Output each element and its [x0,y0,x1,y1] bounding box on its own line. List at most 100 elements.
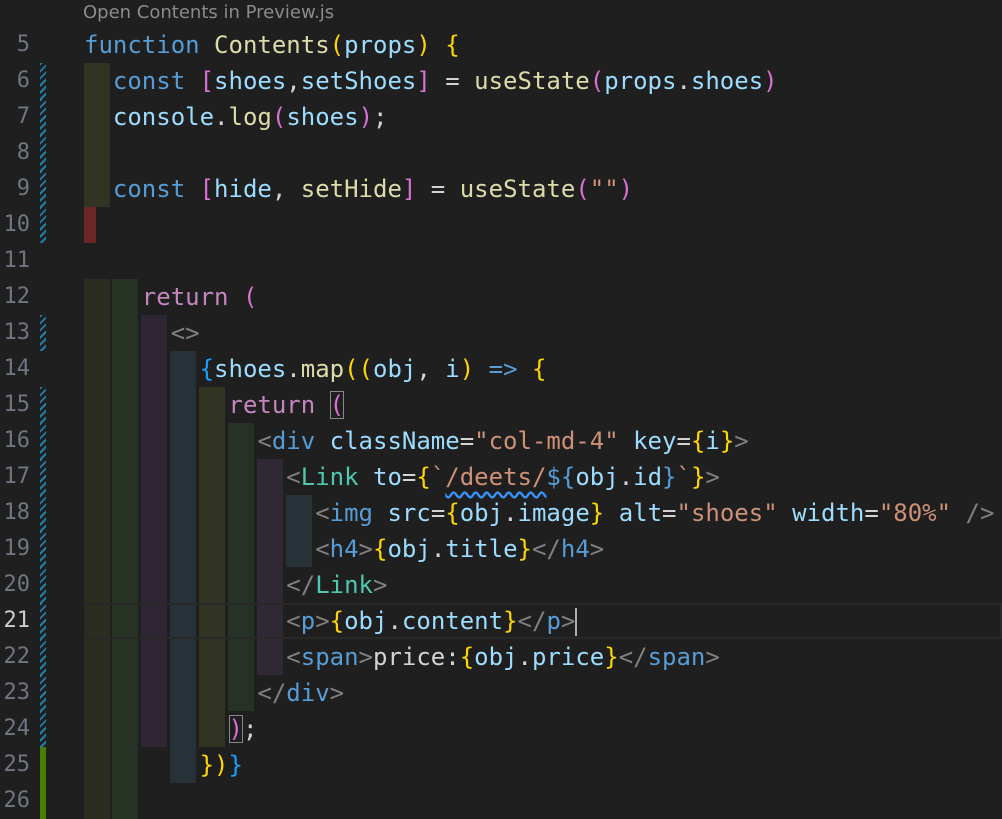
line-number: 25 [3,752,31,777]
code-line[interactable]: 10 [0,207,1002,243]
modified-line-marker[interactable] [40,603,46,639]
code-line[interactable]: 25})} [0,747,1002,783]
code-line[interactable]: 5 function Contents(props) { [0,27,1002,63]
code-token: ) [763,67,778,95]
indent-guide [84,459,110,495]
modified-line-marker[interactable] [40,315,46,351]
code-token: < [315,499,330,527]
modified-line-marker[interactable] [40,639,46,675]
code-token: return [141,283,229,311]
modified-line-marker[interactable] [40,531,46,567]
code-line[interactable]: 24); [0,711,1002,747]
code-token: obj [373,355,417,383]
modified-line-marker[interactable] [40,135,46,171]
code-line[interactable]: 12 return ( [0,279,1002,315]
code-line[interactable]: 13 <> [0,315,1002,351]
indent-guide [141,567,167,603]
code-token: > [373,571,388,599]
code-line[interactable]: 23 </div> [0,675,1002,711]
code-token: < [286,463,301,491]
modified-line-marker[interactable] [40,387,46,423]
indent-guide [112,315,138,351]
code-token: = [676,427,691,455]
code-token: <> [170,319,200,347]
code-token: ] [401,175,417,203]
indent-guide [228,639,254,675]
modified-line-marker[interactable] [40,207,46,243]
code-line[interactable]: 19 <h4>{obj.title}</h4> [0,531,1002,567]
modified-line-marker[interactable] [40,495,46,531]
code-token: </ [531,535,561,563]
code-line[interactable]: 15 return ( [0,387,1002,423]
code-token: function [84,31,200,59]
code-token: < [286,643,301,671]
code-token: </ [286,571,316,599]
indent-guide [257,531,283,567]
code-line[interactable]: 7 console.log(shoes); [0,99,1002,135]
code-token: obj [387,535,431,563]
code-token: content [401,607,504,635]
code-line[interactable]: 17 <Link to={`/deets/${obj.id}`}> [0,459,1002,495]
modified-line-marker[interactable] [40,567,46,603]
added-line-marker[interactable] [40,747,46,783]
indent-guide [228,675,254,711]
code-token: ) [358,103,374,131]
code-line[interactable]: 8 [0,135,1002,171]
code-token: } [604,643,619,671]
code-token: = [662,499,677,527]
line-number: 5 [16,32,30,57]
code-line[interactable]: 11 [0,243,1002,279]
code-token: useState [474,67,590,95]
modified-line-marker[interactable] [40,711,46,747]
modified-line-marker[interactable] [40,63,46,99]
modified-line-marker[interactable] [40,675,46,711]
code-line[interactable]: 22 <span>price:{obj.price}</span> [0,639,1002,675]
code-text: {shoes.map((obj, i) => { [200,351,547,387]
indent-guide [170,675,196,711]
code-line[interactable]: 9 const [hide, setHide] = useState("") [0,171,1002,207]
code-text: const [hide, setHide] = useState("") [113,171,633,207]
indent-guide [112,279,138,315]
code-token: } [690,463,706,491]
code-token: span [647,643,706,671]
code-text: console.log(shoes); [113,99,388,135]
indent-guide [112,423,138,459]
code-line[interactable]: 26 [0,783,1002,819]
modified-line-marker[interactable] [40,99,46,135]
indent-guide [199,531,225,567]
code-line[interactable]: 16 <div className="col-md-4" key={i}> [0,423,1002,459]
code-token: { [373,535,388,563]
code-line[interactable]: 14 {shoes.map((obj, i) => { [0,351,1002,387]
indent-guide [112,531,138,567]
code-token: } [503,607,518,635]
code-token: setShoes [300,67,417,95]
indent-guide [84,171,110,207]
code-text: })} [200,747,243,783]
code-line[interactable]: 21 <p>{obj.content}</p> [0,603,1002,639]
modified-line-marker[interactable] [40,423,46,459]
code-line[interactable]: 18 <img src={obj.image} alt="shoes" width… [0,495,1002,531]
code-token: p [300,607,316,635]
code-line[interactable]: 6 const [shoes,setShoes] = useState(props… [0,63,1002,99]
code-text: <h4>{obj.title}</h4> [315,531,604,567]
code-editor[interactable]: 5 function Contents(props) {6 const [shoes… [0,27,1002,819]
code-token: Contents [214,31,330,59]
codelens-open-preview[interactable]: Open Contents in Preview.js [83,0,334,26]
modified-line-marker[interactable] [40,171,46,207]
indent-guide [257,567,283,603]
indent-guide [112,387,138,423]
modified-line-marker[interactable] [40,459,46,495]
line-number: 9 [16,176,30,201]
indent-guide [112,783,138,819]
added-line-marker[interactable] [40,783,46,819]
code-token: { [199,355,215,383]
code-token: price: [373,643,460,671]
code-token: { [532,355,547,383]
indent-guide [84,423,110,459]
code-text: const [shoes,setShoes] = useState(props.… [113,63,778,99]
code-line[interactable]: 20 </Link> [0,567,1002,603]
indent-guide [84,783,110,819]
